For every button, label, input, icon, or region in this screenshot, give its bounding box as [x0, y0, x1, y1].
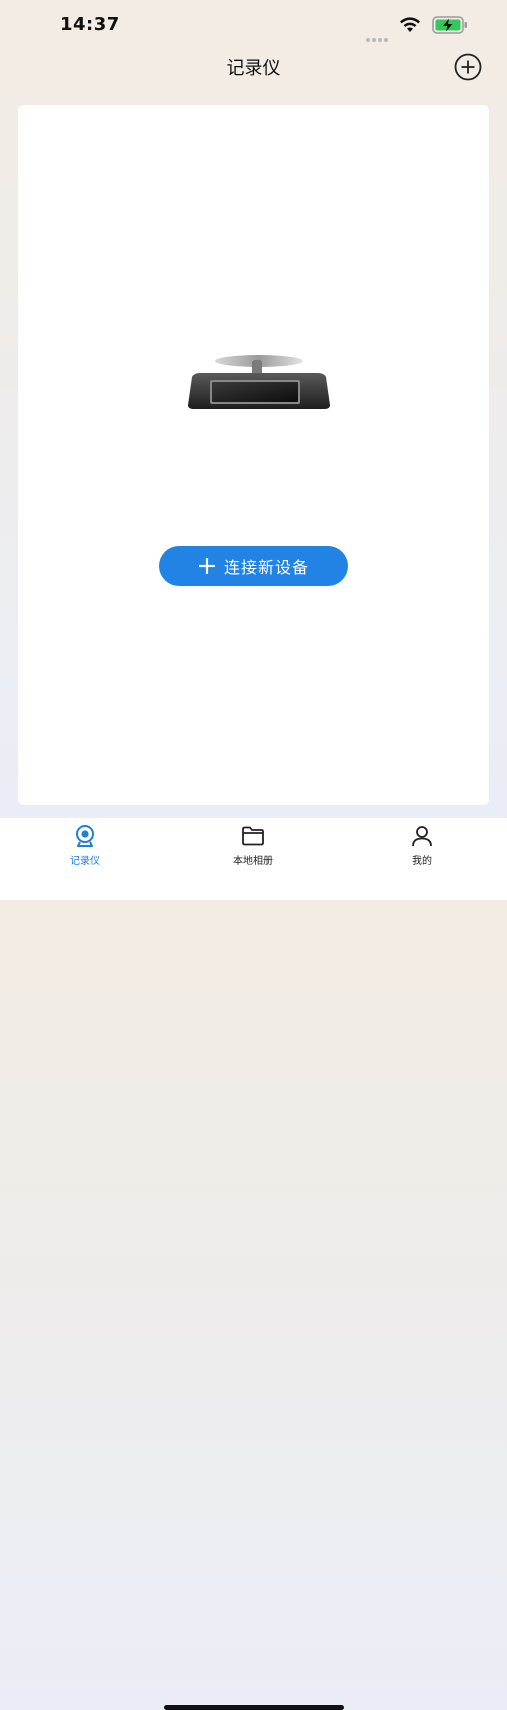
plus-icon: [198, 557, 216, 575]
plus-circle-icon: [454, 53, 482, 81]
wifi-icon: [400, 17, 420, 32]
status-bar: 14:37: [0, 0, 507, 50]
tab-local-album-label: 本地相册: [233, 856, 273, 867]
add-device-button[interactable]: [453, 52, 483, 82]
connect-new-device-button[interactable]: 连接新设备: [159, 546, 348, 586]
tab-mine[interactable]: 我的: [362, 818, 482, 878]
tab-recorder-label: 记录仪: [70, 856, 100, 867]
page-title: 记录仪: [226, 58, 281, 79]
tab-recorder[interactable]: 记录仪: [25, 818, 145, 878]
battery-charging-icon: [432, 16, 467, 34]
tab-mine-label: 我的: [412, 856, 432, 867]
navigation-bar: 记录仪: [0, 46, 507, 86]
status-time: 14:37: [60, 14, 120, 35]
folder-icon: [242, 826, 264, 846]
device-card: 连接新设备: [18, 105, 489, 805]
tab-local-album[interactable]: 本地相册: [193, 818, 313, 878]
connect-button-label: 连接新设备: [223, 558, 309, 577]
signal-icon: [366, 27, 390, 46]
user-icon: [412, 826, 432, 847]
home-indicator[interactable]: [164, 1705, 344, 1710]
tab-bar: 记录仪 本地相册 我的: [0, 818, 507, 1710]
dashcam-device-image: [188, 355, 330, 409]
camera-icon: [76, 825, 94, 847]
